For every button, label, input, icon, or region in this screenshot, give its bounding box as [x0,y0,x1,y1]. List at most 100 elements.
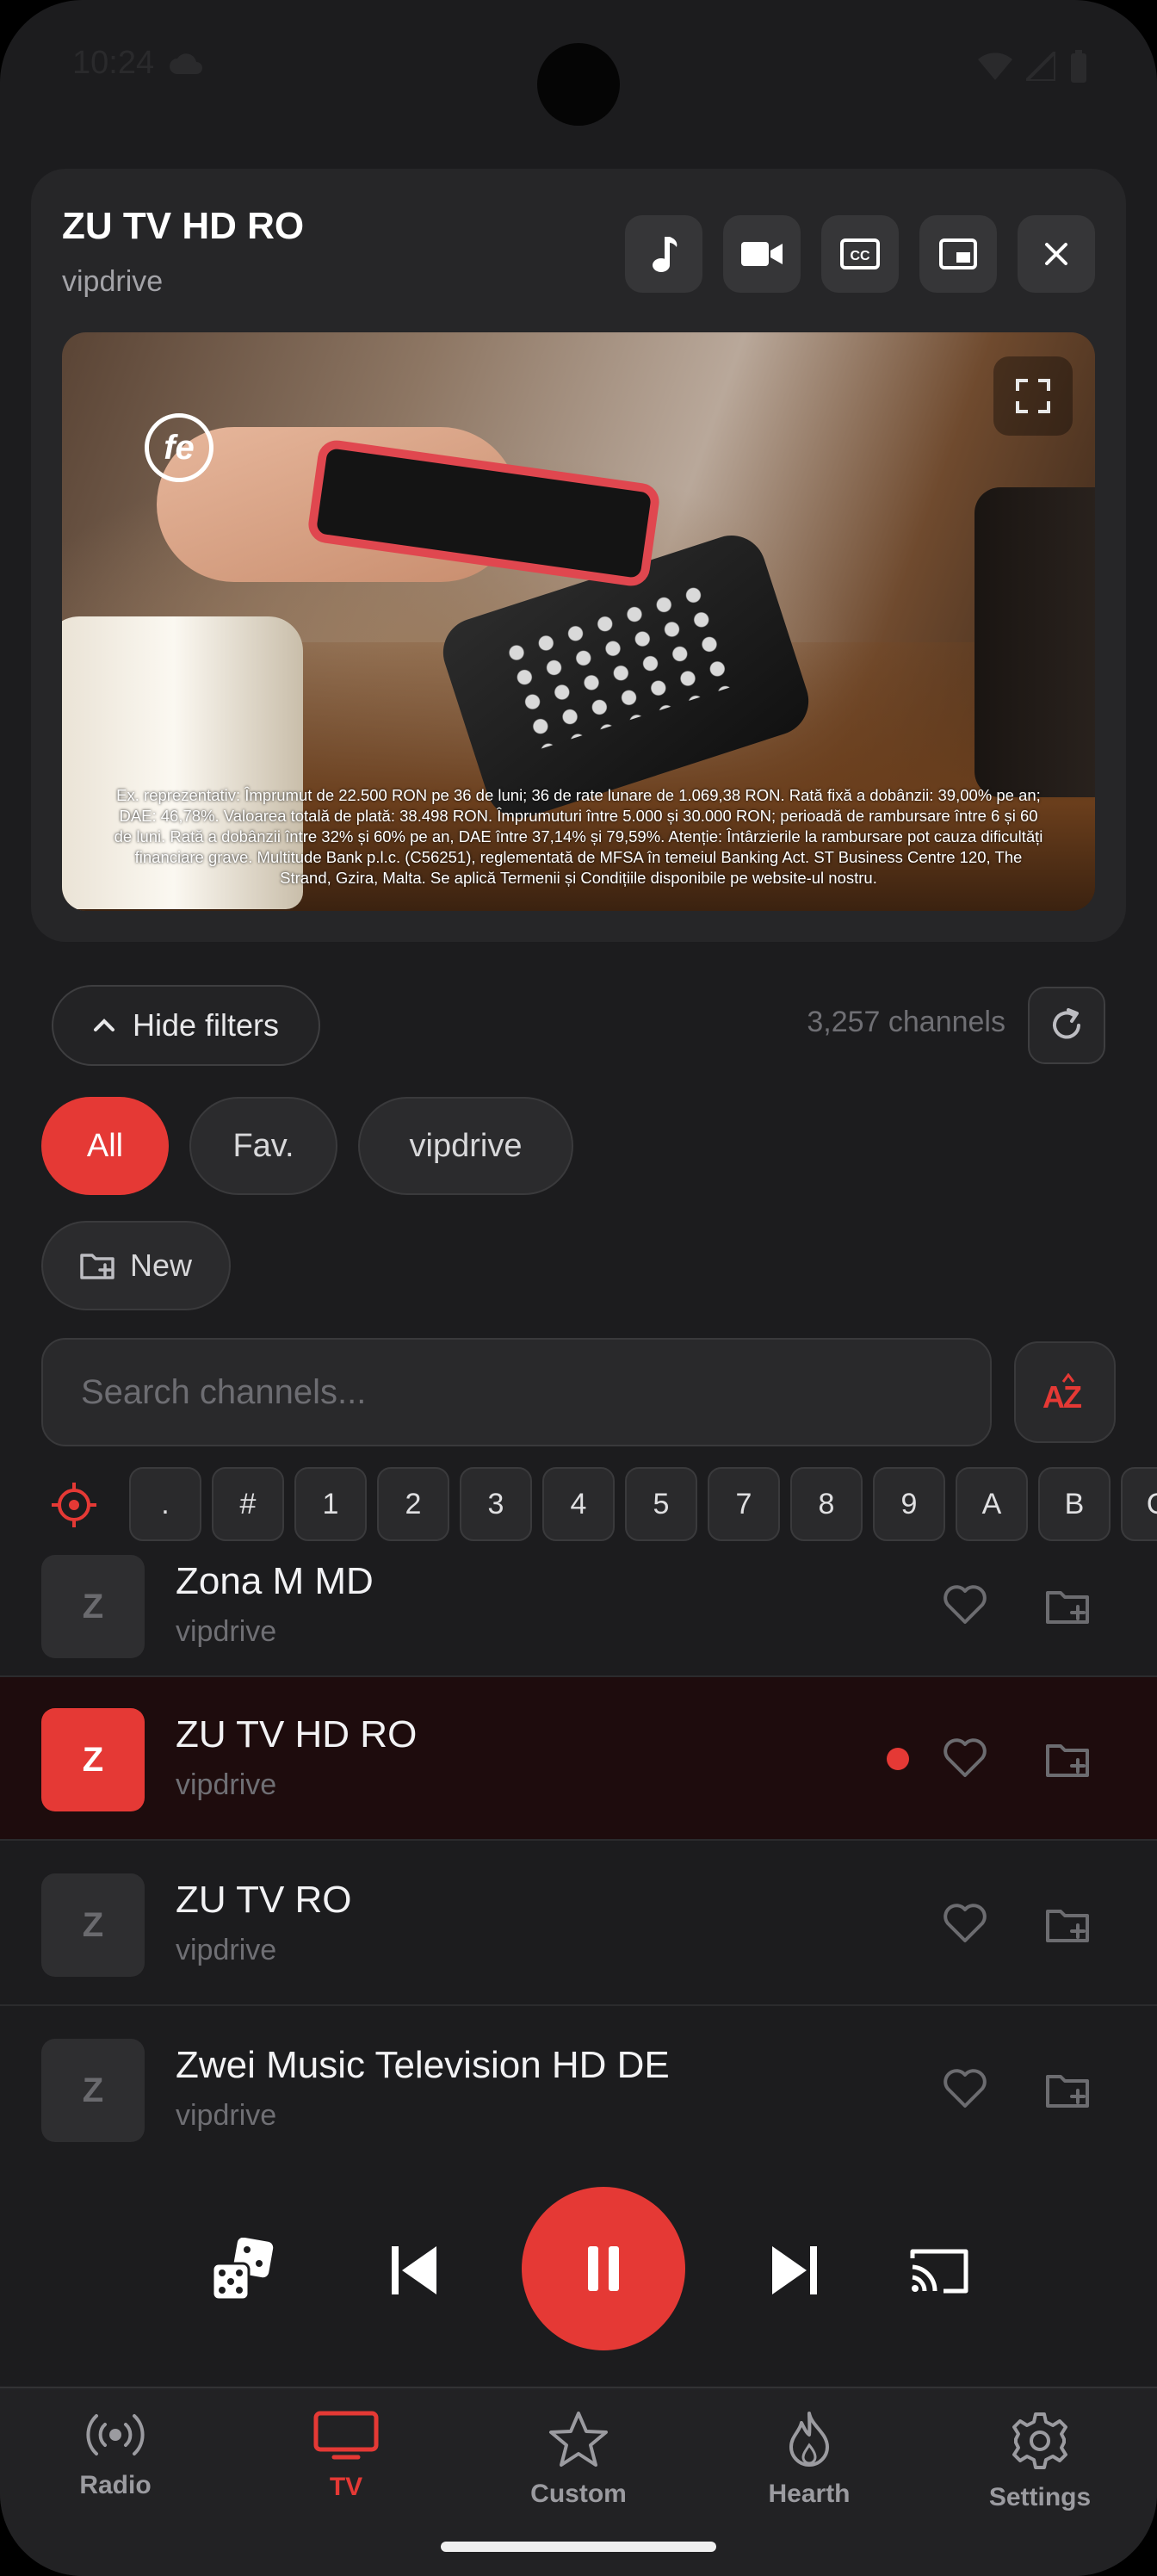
nav-label: Custom [530,2480,627,2508]
hide-filters-button[interactable]: Hide filters [52,985,320,1066]
status-time: 10:24 [72,45,155,81]
nav-item-settings[interactable]: Settings [954,2411,1126,2512]
fullscreen-button[interactable] [993,356,1073,436]
cloud-icon [170,53,202,74]
favorite-heart-icon[interactable] [942,1903,988,1944]
sort-az-button[interactable]: A Z [1014,1341,1116,1443]
alpha-key[interactable]: C [1121,1467,1157,1541]
channel-source: vipdrive [176,2099,277,2132]
status-icons [978,50,1088,83]
now-playing-title: ZU TV HD RO [62,205,305,247]
channel-name: Zona M MD [176,1560,374,1602]
wifi-icon [978,53,1012,80]
nav-label: Settings [988,2483,1092,2511]
svg-text:A: A [1043,1379,1065,1411]
gear-icon [1012,2412,1067,2469]
previous-channel-button[interactable] [375,2232,453,2309]
alpha-key[interactable]: B [1038,1467,1111,1541]
app-screen: 10:24 ZU TV HD RO vipdrive CC fe Ex. rep… [0,0,1157,2576]
picture-in-picture-button[interactable] [919,215,997,293]
add-to-folder-icon[interactable] [1045,1586,1092,1625]
expand-icon [1016,379,1050,413]
channel-avatar: Z [41,1873,145,1977]
skip-next-icon [772,2246,817,2294]
filter-chip-all[interactable]: All [41,1097,169,1195]
locate-current-icon[interactable] [50,1481,98,1529]
nav-item-tv[interactable]: TV [260,2411,432,2502]
front-camera [537,43,620,126]
dice-icon [211,2238,274,2301]
nav-item-custom[interactable]: Custom [492,2411,665,2509]
hide-filters-label: Hide filters [132,1007,280,1043]
signal-icon [1026,52,1055,81]
close-icon [1045,243,1067,265]
battery-icon [1071,50,1086,83]
pause-icon [588,2246,619,2291]
alphabet-index: . # 1 2 3 4 5 7 8 9 A B C [0,1467,1157,1543]
cast-button[interactable] [900,2232,978,2309]
channel-avatar: Z [41,2039,145,2142]
alpha-key[interactable]: 3 [460,1467,532,1541]
add-to-folder-icon[interactable] [1045,1904,1092,1944]
channel-source: vipdrive [176,1934,277,1966]
add-to-folder-icon[interactable] [1045,1739,1092,1779]
alpha-key[interactable]: . [129,1467,201,1541]
alpha-key[interactable]: 2 [377,1467,449,1541]
alpha-key[interactable]: 8 [790,1467,863,1541]
audio-track-button[interactable] [625,215,702,293]
channel-list: Z Zona M MD vipdrive Z ZU TV HD RO vipdr… [0,1548,1157,2151]
shuffle-random-button[interactable] [203,2232,281,2309]
alpha-key[interactable]: # [212,1467,284,1541]
channel-row[interactable]: Z Zona M MD vipdrive [0,1548,1157,1677]
svg-text:CC: CC [850,249,870,263]
refresh-button[interactable] [1028,987,1105,1064]
video-player[interactable]: fe Ex. reprezentativ: Împrumut de 22.500… [62,332,1095,911]
favorite-heart-icon[interactable] [942,1737,988,1779]
skip-previous-icon [392,2246,436,2294]
search-field[interactable] [41,1338,992,1446]
radio-broadcast-icon [86,2414,145,2455]
favorite-heart-icon[interactable] [942,1584,988,1625]
now-playing-indicator [887,1748,909,1770]
alpha-key[interactable]: A [956,1467,1028,1541]
pause-button[interactable] [522,2187,685,2350]
nav-label: Radio [79,2471,152,2499]
alpha-key[interactable]: 5 [625,1467,697,1541]
status-bar: 10:24 [0,0,1157,129]
next-channel-button[interactable] [756,2232,833,2309]
star-icon [549,2412,608,2467]
player-actions: CC [625,215,1095,293]
alpha-key[interactable]: 4 [542,1467,615,1541]
filter-chip-vipdrive[interactable]: vipdrive [358,1097,573,1195]
subtitles-button[interactable]: CC [821,215,899,293]
nav-label: Hearth [768,2480,851,2508]
new-folder-button[interactable]: New [41,1221,231,1310]
channel-row[interactable]: Z ZU TV RO vipdrive [0,1842,1157,2006]
home-indicator[interactable] [441,2542,716,2552]
video-track-button[interactable] [723,215,801,293]
new-folder-label: New [129,1248,193,1283]
sort-alpha-icon: A Z [1043,1373,1082,1411]
add-to-folder-icon[interactable] [1045,2070,1092,2109]
channel-count: 3,257 channels [807,1006,1005,1038]
alpha-key[interactable]: 9 [873,1467,945,1541]
nav-item-hearth[interactable]: Hearth [723,2411,895,2509]
alpha-key[interactable]: 1 [294,1467,367,1541]
favorite-heart-icon[interactable] [942,2068,988,2109]
filter-chip-favorites[interactable]: Fav. [189,1097,337,1195]
alpha-key[interactable]: 7 [708,1467,780,1541]
close-player-button[interactable] [1018,215,1095,293]
playback-controls [0,2151,1157,2387]
channel-row[interactable]: Z Zwei Music Television HD DE vipdrive [0,2008,1157,2151]
channel-row-active[interactable]: Z ZU TV HD RO vipdrive [0,1677,1157,1841]
channel-source: vipdrive [176,1768,277,1801]
flame-icon [789,2412,829,2467]
video-camera-icon [741,242,783,266]
refresh-icon [1053,1008,1080,1039]
pip-icon [939,238,977,269]
nav-item-radio[interactable]: Radio [29,2411,201,2500]
channel-source: vipdrive [176,1615,277,1648]
folder-add-icon [80,1254,114,1279]
search-input[interactable] [43,1340,990,1445]
music-note-icon [653,237,677,272]
